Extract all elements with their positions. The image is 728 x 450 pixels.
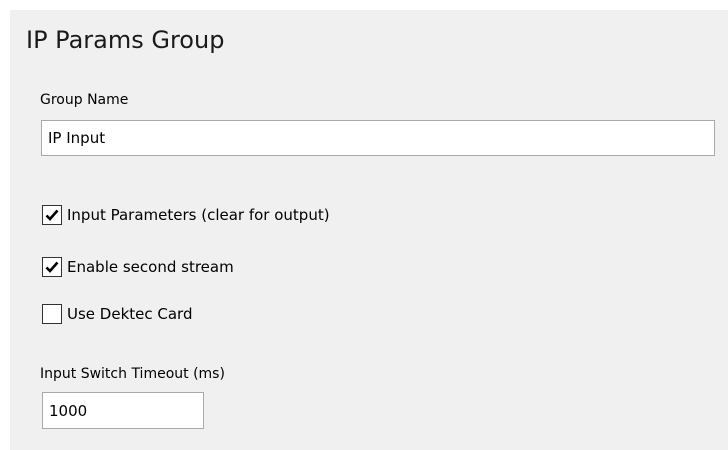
input-parameters-label: Input Parameters (clear for output) (67, 206, 330, 224)
ip-params-group-panel: IP Params Group Group Name Input Paramet… (10, 10, 728, 450)
input-switch-timeout-input[interactable] (42, 392, 204, 429)
enable-second-stream-label: Enable second stream (67, 258, 234, 276)
group-name-label: Group Name (40, 92, 129, 108)
use-dektec-card-checkbox[interactable] (42, 304, 62, 324)
use-dektec-card-label: Use Dektec Card (67, 305, 193, 323)
enable-second-stream-checkbox-row[interactable]: Enable second stream (42, 255, 234, 279)
checkmark-icon (45, 209, 59, 221)
input-parameters-checkbox[interactable] (42, 205, 62, 225)
checkmark-icon (45, 261, 59, 273)
input-parameters-checkbox-row[interactable]: Input Parameters (clear for output) (42, 203, 330, 227)
input-switch-timeout-label: Input Switch Timeout (ms) (40, 366, 225, 382)
enable-second-stream-checkbox[interactable] (42, 257, 62, 277)
use-dektec-card-checkbox-row[interactable]: Use Dektec Card (42, 302, 192, 326)
group-title: IP Params Group (26, 26, 225, 54)
group-name-input[interactable] (41, 120, 715, 156)
